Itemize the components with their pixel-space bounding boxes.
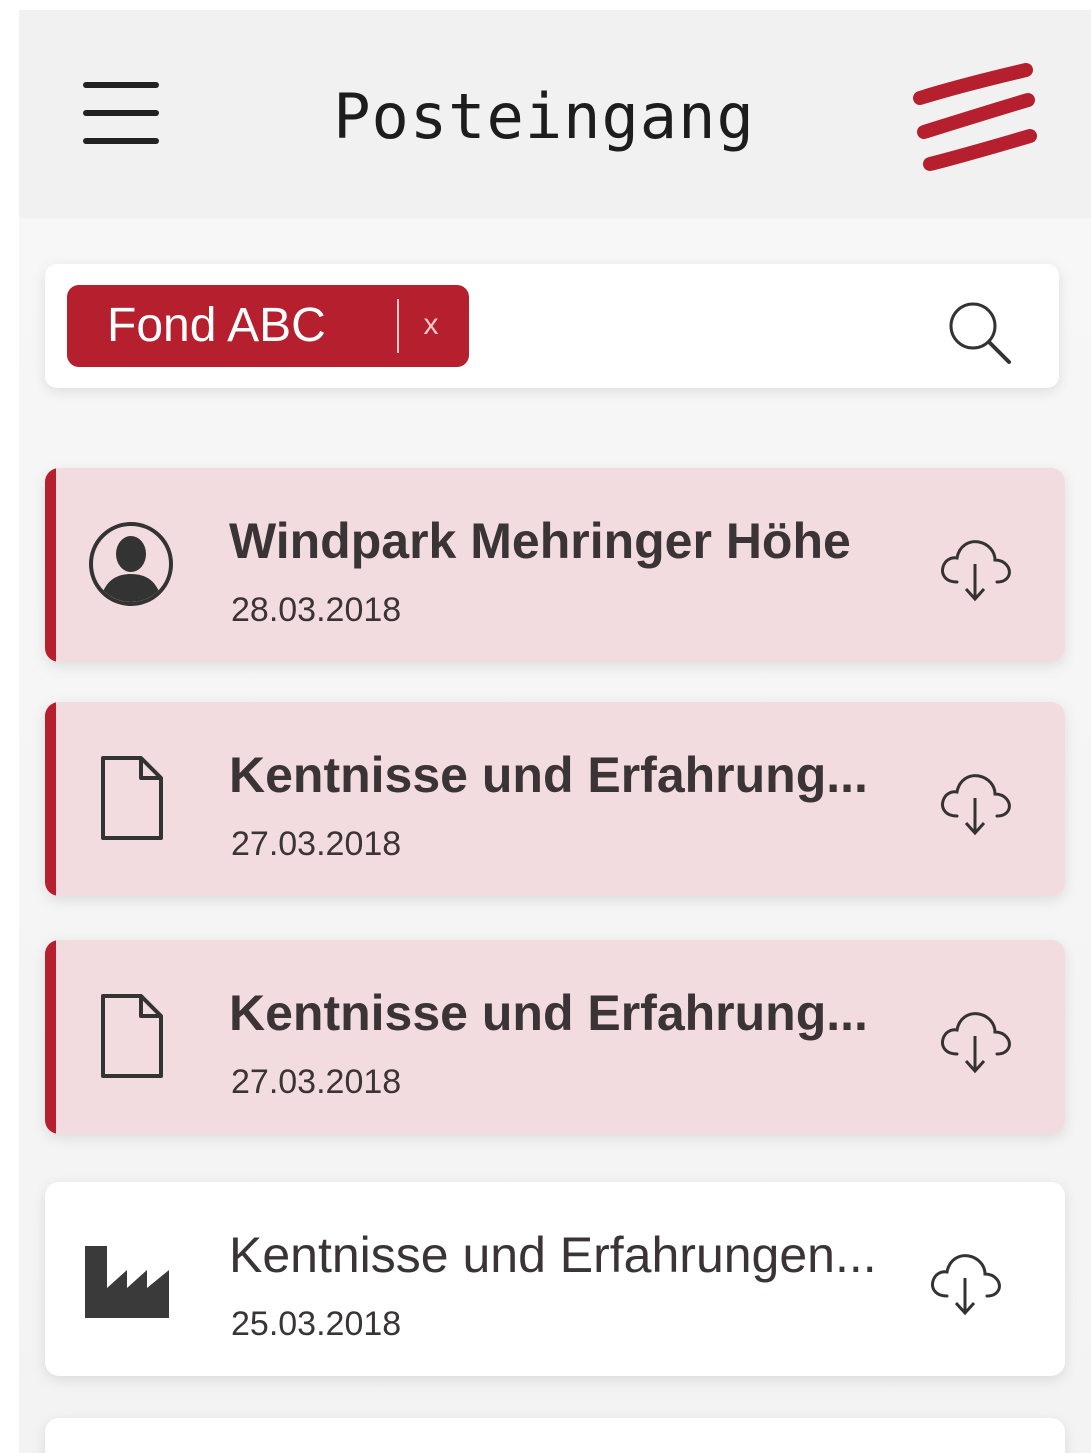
menu-bar bbox=[83, 110, 159, 116]
brand-logo-icon[interactable] bbox=[912, 62, 1037, 174]
unread-indicator bbox=[45, 940, 56, 1134]
item-date: 25.03.2018 bbox=[231, 1305, 402, 1343]
cloud-download-icon[interactable] bbox=[935, 532, 1015, 604]
top-edge bbox=[19, 0, 1091, 10]
inbox-item[interactable]: Windpark Mehringer Höhe 28.03.2018 bbox=[45, 468, 1065, 662]
menu-bar bbox=[83, 82, 159, 88]
search-bar[interactable]: Fond ABC x bbox=[45, 264, 1059, 388]
menu-button[interactable] bbox=[81, 82, 163, 148]
unread-indicator bbox=[45, 702, 56, 896]
person-avatar-icon bbox=[89, 522, 173, 606]
item-title: Windpark Mehringer Höhe bbox=[229, 513, 851, 569]
filter-chip-label: Fond ABC bbox=[107, 299, 326, 352]
filter-chip-remove-button[interactable]: x bbox=[413, 297, 449, 353]
search-icon[interactable] bbox=[945, 298, 1015, 366]
inbox-item[interactable]: Kentnisse und Erfahrungen... 25.03.2018 bbox=[45, 1182, 1065, 1376]
document-icon bbox=[101, 756, 163, 840]
menu-bar bbox=[83, 138, 159, 144]
unread-indicator bbox=[45, 468, 56, 662]
app-header: Posteingang bbox=[19, 10, 1091, 218]
factory-icon bbox=[85, 1246, 169, 1318]
document-icon bbox=[101, 994, 163, 1078]
inbox-item[interactable]: Kentnisse und Erfahrung... 27.03.2018 bbox=[45, 702, 1065, 896]
item-date: 27.03.2018 bbox=[231, 1063, 402, 1101]
item-date: 28.03.2018 bbox=[231, 591, 402, 629]
item-date: 27.03.2018 bbox=[231, 825, 402, 863]
item-title: Kentnisse und Erfahrung... bbox=[229, 985, 868, 1041]
filter-chip-divider bbox=[397, 299, 399, 353]
inbox-item[interactable]: Kentnisse und Erfahrung... 27.03.2018 bbox=[45, 940, 1065, 1134]
cloud-download-icon[interactable] bbox=[935, 766, 1015, 838]
cloud-download-icon[interactable] bbox=[925, 1246, 1005, 1318]
inbox-item-partial[interactable] bbox=[45, 1418, 1065, 1453]
page-title: Posteingang bbox=[333, 80, 755, 153]
item-title: Kentnisse und Erfahrungen... bbox=[229, 1227, 877, 1283]
item-title: Kentnisse und Erfahrung... bbox=[229, 747, 868, 803]
cloud-download-icon[interactable] bbox=[935, 1004, 1015, 1076]
inbox-content: Fond ABC x Windpark Mehringer Höhe 28.03… bbox=[19, 218, 1091, 1453]
filter-chip[interactable]: Fond ABC x bbox=[67, 285, 469, 367]
app-screen: Posteingang Fond ABC x Windpark Mehringe… bbox=[19, 0, 1091, 1453]
